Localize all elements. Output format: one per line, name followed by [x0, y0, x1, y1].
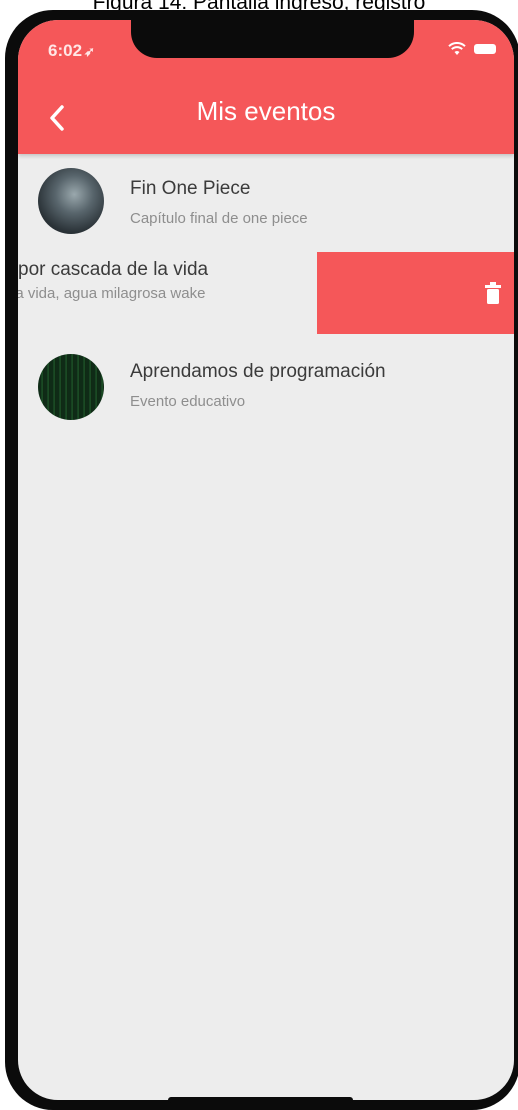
wifi-icon — [448, 42, 466, 55]
status-time: 6:02 ➶ — [48, 41, 95, 61]
event-title: por cascada de la vida — [18, 259, 209, 280]
status-icons — [448, 42, 496, 56]
event-subtitle: Capítulo final de one piece — [130, 210, 308, 227]
app-screen: 6:02 ➶ Mis eventos Fin One Piece Capítul… — [18, 20, 514, 1100]
event-avatar — [38, 354, 104, 420]
event-title: Fin One Piece — [130, 178, 251, 199]
status-time-text: 6:02 — [48, 41, 83, 60]
phone-frame: 6:02 ➶ Mis eventos Fin One Piece Capítul… — [5, 10, 518, 1110]
event-item-aprendamos-programacion[interactable]: Aprendamos de programación Evento educat… — [18, 345, 514, 435]
event-item-fin-one-piece[interactable]: Fin One Piece Capítulo final de one piec… — [18, 160, 514, 250]
home-indicator[interactable] — [168, 1097, 353, 1103]
event-avatar — [38, 168, 104, 234]
battery-icon — [474, 44, 496, 54]
event-title: Aprendamos de programación — [130, 361, 386, 382]
page-title: Mis eventos — [196, 96, 336, 126]
trash-icon — [485, 282, 501, 304]
location-arrow-icon: ➶ — [84, 44, 95, 59]
event-subtitle: Evento educativo — [130, 393, 246, 410]
delete-event-button[interactable] — [317, 252, 514, 334]
phone-notch — [131, 20, 414, 58]
event-subtitle: la vida, agua milagrosa wake — [18, 285, 206, 302]
